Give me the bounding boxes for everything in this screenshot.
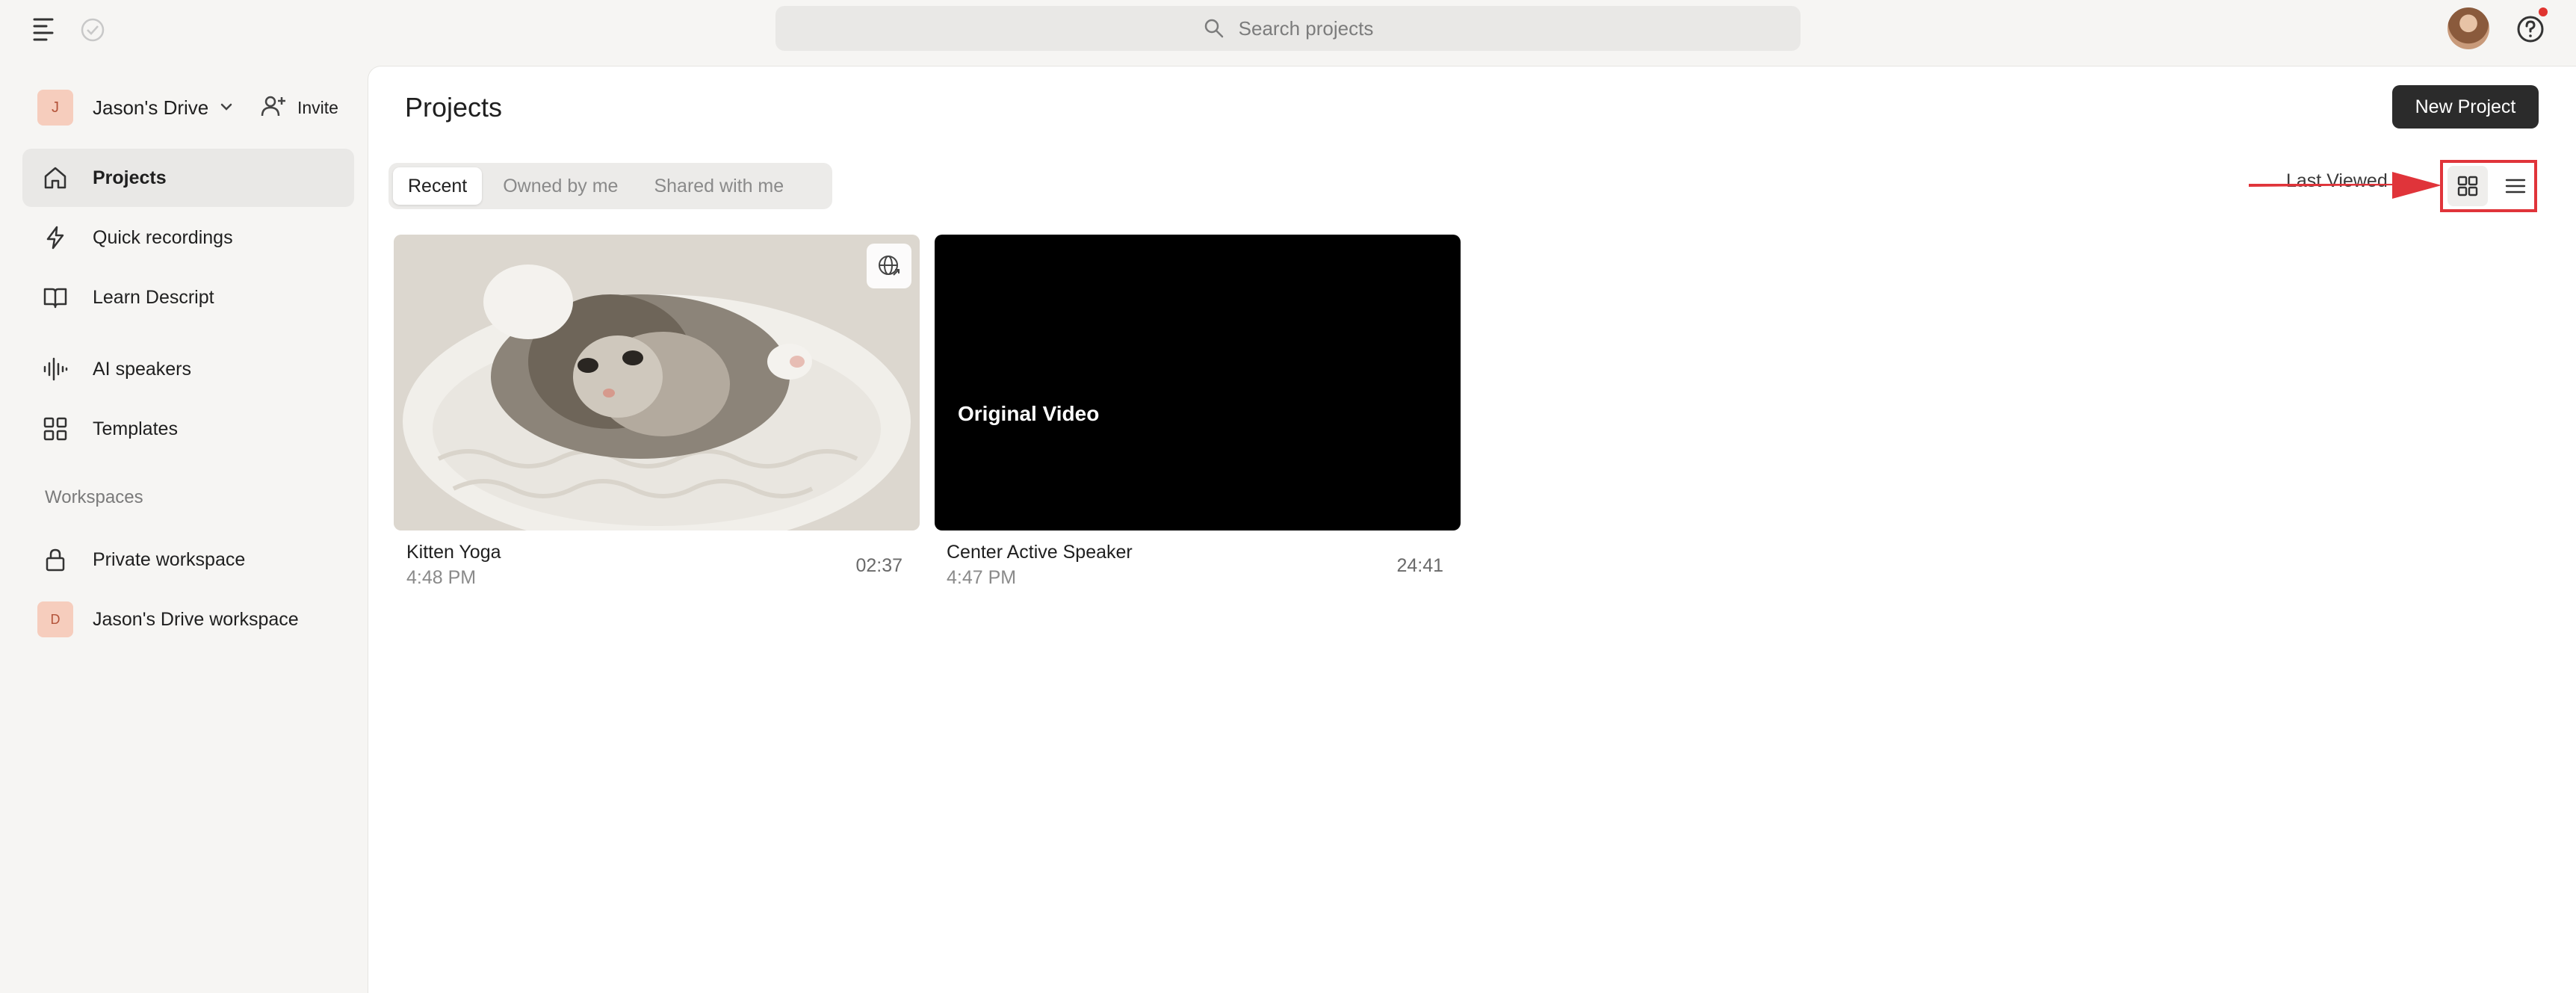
kitten-photo bbox=[394, 235, 920, 530]
project-time: 4:48 PM bbox=[406, 567, 477, 588]
sidebar-item-label: Quick recordings bbox=[93, 226, 233, 248]
sidebar-item-private-workspace[interactable]: Private workspace bbox=[22, 530, 354, 589]
workspace-badge: D bbox=[37, 601, 73, 637]
waveform-icon bbox=[43, 357, 68, 381]
project-title[interactable]: Kitten Yoga bbox=[406, 539, 501, 565]
sidebar-item-ai-speakers[interactable]: AI speakers bbox=[22, 340, 354, 398]
sync-status-icon bbox=[81, 18, 105, 42]
sidebar-item-label: Templates bbox=[93, 418, 178, 439]
project-thumbnail-kitten[interactable] bbox=[394, 235, 920, 530]
sidebar-item-label: Projects bbox=[93, 167, 167, 188]
menu-icon[interactable] bbox=[30, 13, 63, 46]
sidebar-item-label: Learn Descript bbox=[93, 286, 214, 308]
sidebar-item-projects[interactable]: Projects bbox=[22, 149, 354, 207]
new-project-button[interactable]: New Project bbox=[2392, 85, 2539, 129]
filter-tabs: Recent Owned by me Shared with me bbox=[388, 163, 832, 209]
search-input[interactable]: Search projects bbox=[775, 6, 1801, 51]
add-user-icon[interactable] bbox=[260, 93, 287, 120]
project-duration: 24:41 bbox=[1396, 555, 1443, 576]
home-icon bbox=[44, 167, 66, 189]
chevron-down-icon[interactable] bbox=[217, 97, 236, 117]
workspaces-heading: Workspaces bbox=[45, 487, 143, 507]
globe-icon bbox=[879, 256, 900, 276]
project-time: 4:47 PM bbox=[947, 567, 1017, 588]
tab-shared-with-me[interactable]: Shared with me bbox=[639, 167, 799, 205]
sidebar-item-label: Private workspace bbox=[93, 548, 246, 570]
search-icon bbox=[1204, 19, 1223, 38]
tab-owned-by-me[interactable]: Owned by me bbox=[488, 167, 633, 205]
annotation-arrow bbox=[2249, 172, 2442, 199]
lightning-icon bbox=[46, 226, 64, 250]
help-icon[interactable] bbox=[2515, 13, 2546, 45]
notification-dot bbox=[2539, 7, 2548, 16]
search-placeholder: Search projects bbox=[1238, 16, 1374, 40]
thumbnail-label: Original Video bbox=[958, 402, 1100, 425]
project-title[interactable]: Center Active Speaker bbox=[947, 539, 1133, 565]
sidebar-item-quick-recordings[interactable]: Quick recordings bbox=[22, 208, 354, 267]
project-duration: 02:37 bbox=[855, 555, 902, 576]
sidebar-item-label: AI speakers bbox=[93, 358, 192, 380]
tab-recent[interactable]: Recent bbox=[393, 167, 483, 205]
drive-name[interactable]: Jason's Drive bbox=[93, 94, 208, 121]
sidebar-item-learn-descript[interactable]: Learn Descript bbox=[22, 268, 354, 327]
lock-icon bbox=[46, 548, 65, 572]
sidebar-item-templates[interactable]: Templates bbox=[22, 400, 354, 458]
sidebar-item-drive-workspace[interactable]: D Jason's Drive workspace bbox=[22, 590, 354, 649]
annotation-highlight-box bbox=[2440, 160, 2537, 212]
avatar[interactable] bbox=[2447, 7, 2489, 49]
sidebar-item-label: Jason's Drive workspace bbox=[93, 608, 299, 630]
project-thumbnail-video[interactable] bbox=[935, 235, 1461, 530]
invite-button[interactable]: Invite bbox=[297, 96, 338, 120]
book-icon bbox=[43, 288, 67, 309]
grid-icon bbox=[43, 417, 67, 441]
shared-globe-button[interactable] bbox=[867, 244, 911, 288]
page-title: Projects bbox=[405, 92, 503, 123]
drive-badge[interactable]: J bbox=[37, 90, 73, 126]
